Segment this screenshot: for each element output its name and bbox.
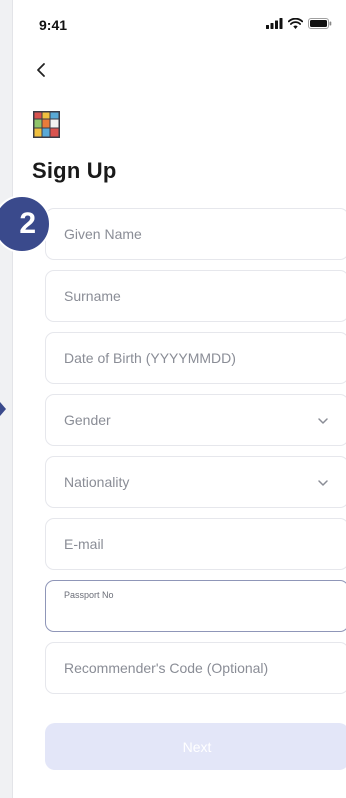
phone-screen: 9:41 Sign Up 2 Given Name Surname Date o…: [0, 0, 346, 798]
nationality-placeholder: Nationality: [64, 474, 130, 490]
page-title: Sign Up: [32, 158, 117, 183]
wifi-icon: [288, 18, 303, 29]
status-bar: 9:41: [13, 0, 346, 52]
chevron-down-icon: [318, 418, 328, 424]
given-name-placeholder: Given Name: [64, 226, 142, 242]
chevron-down-icon: [318, 480, 328, 486]
step-badge: 2: [0, 195, 51, 253]
nationality-select[interactable]: Nationality: [45, 456, 346, 508]
chevron-left-icon: [37, 63, 45, 77]
surname-field[interactable]: Surname: [45, 270, 346, 322]
passport-no-label: Passport No: [64, 590, 114, 600]
signal-icon: [266, 18, 283, 29]
recommender-code-placeholder: Recommender's Code (Optional): [64, 660, 269, 676]
gender-placeholder: Gender: [64, 412, 111, 428]
given-name-field[interactable]: Given Name: [45, 208, 346, 260]
battery-icon: [308, 18, 332, 29]
passport-no-field[interactable]: Passport No: [45, 580, 346, 632]
status-icons: [266, 18, 332, 29]
app-logo-icon: [33, 111, 60, 138]
back-button[interactable]: [29, 58, 53, 82]
date-of-birth-placeholder: Date of Birth (YYYYMMDD): [64, 350, 236, 366]
email-placeholder: E-mail: [64, 536, 104, 552]
recommender-code-field[interactable]: Recommender's Code (Optional): [45, 642, 346, 694]
email-field[interactable]: E-mail: [45, 518, 346, 570]
passport-no-input[interactable]: [64, 603, 334, 627]
date-of-birth-field[interactable]: Date of Birth (YYYYMMDD): [45, 332, 346, 384]
side-marker: [0, 402, 6, 416]
next-button[interactable]: Next: [45, 723, 346, 770]
status-time: 9:41: [39, 17, 68, 33]
surname-placeholder: Surname: [64, 288, 121, 304]
gender-select[interactable]: Gender: [45, 394, 346, 446]
